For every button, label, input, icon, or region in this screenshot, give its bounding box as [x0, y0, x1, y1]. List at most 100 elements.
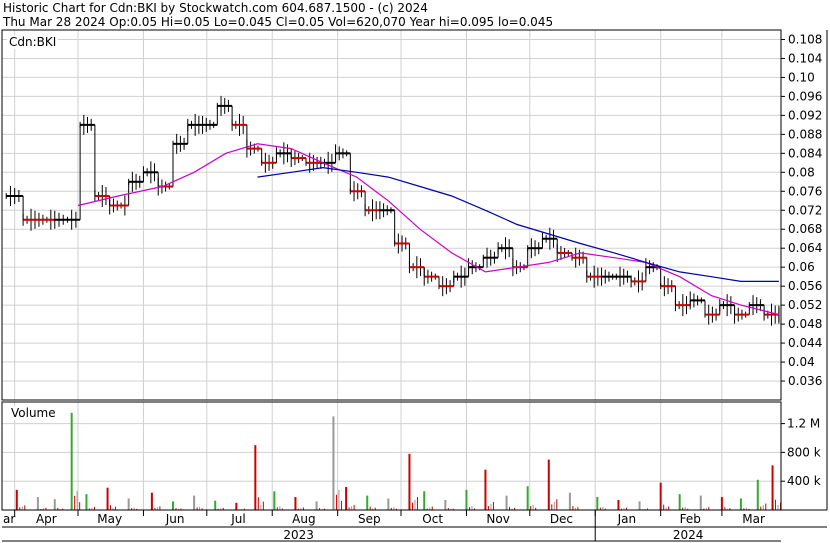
volume-bar: [532, 504, 534, 510]
price-tick-label: 0.056: [788, 279, 822, 293]
volume-bar: [762, 505, 764, 510]
price-tick-label: 0.044: [788, 336, 822, 350]
price-tick-label: 0.10: [788, 70, 815, 84]
price-tick-label: 0.084: [788, 146, 822, 160]
volume-bar: [777, 504, 779, 510]
volume-bar: [490, 504, 492, 510]
price-tick-label: 0.068: [788, 222, 822, 236]
price-tick-label: 0.092: [788, 108, 822, 122]
volume-bar: [110, 505, 112, 510]
volume-bar: [366, 495, 369, 510]
month-label: Jan: [617, 512, 637, 526]
volume-bar: [21, 506, 23, 510]
volume-bar: [553, 501, 555, 510]
volume-bar: [530, 506, 532, 510]
volume-bar: [526, 486, 529, 510]
volume-bar: [617, 499, 620, 510]
volume-bar: [127, 498, 130, 510]
volume-bar: [332, 416, 335, 510]
volume-bar: [257, 497, 259, 510]
volume-bar: [505, 495, 508, 510]
volume-bar: [414, 499, 416, 510]
chart-header-quote: Thu Mar 28 2024 Op:0.05 Hi=0.05 Lo=0.045…: [3, 15, 554, 29]
volume-bar: [484, 469, 487, 510]
volume-bar: [74, 495, 76, 510]
volume-bar: [214, 500, 217, 510]
volume-panel-frame: [1, 401, 782, 511]
volume-bar: [345, 486, 348, 510]
volume-bar: [568, 492, 571, 510]
volume-grid: [2, 402, 781, 510]
price-tick-label: 0.04: [788, 355, 815, 369]
volume-axis-ticks: 1.2 M 800 k 400 k: [781, 417, 821, 488]
volume-bar: [294, 497, 297, 510]
volume-series: [15, 412, 782, 510]
volume-bar: [315, 501, 318, 510]
price-tick-label: 0.096: [788, 89, 822, 103]
panel-frames: [1, 29, 828, 542]
price-axis-ticks: 0.108 0.104 0.10 0.096 0.092 0.088 0.084 0.08 0.…: [781, 32, 822, 388]
chart-header-title: Historic Chart for Cdn:BKI by Stockwatch…: [3, 1, 428, 15]
price-tick-label: 0.052: [788, 298, 822, 312]
volume-bar: [638, 501, 641, 510]
volume-bar: [53, 499, 56, 510]
volume-bar: [444, 499, 447, 510]
volume-bar: [423, 491, 426, 510]
month-label: ar: [3, 512, 15, 526]
volume-bar: [351, 506, 353, 510]
volume-bar: [556, 499, 558, 510]
price-tick-label: 0.072: [788, 203, 822, 217]
volume-bar: [85, 494, 88, 510]
price-tick-label: 0.06: [788, 260, 815, 274]
volume-bar: [663, 504, 665, 510]
volume-bar: [76, 490, 78, 510]
volume-tick-label: 1.2 M: [787, 417, 820, 431]
month-label: Mar: [742, 512, 765, 526]
volume-bar: [431, 506, 433, 510]
volume-bar: [338, 490, 340, 510]
price-tick-label: 0.104: [788, 51, 822, 65]
volume-bar: [106, 487, 109, 510]
volume-bar: [387, 498, 390, 510]
volume-bar: [36, 497, 39, 510]
volume-bar: [353, 505, 355, 510]
volume-bar: [760, 506, 762, 510]
month-label: Feb: [680, 512, 701, 526]
month-label: Sep: [358, 512, 381, 526]
volume-bar: [193, 495, 196, 510]
price-tick-label: 0.048: [788, 317, 822, 331]
volume-bar: [408, 453, 411, 510]
volume-bar: [668, 506, 670, 510]
volume-bar: [720, 497, 723, 510]
price-tick-label: 0.108: [788, 32, 822, 46]
price-tick-label: 0.064: [788, 241, 822, 255]
price-grid: [2, 30, 781, 400]
volume-bar: [551, 504, 553, 510]
volume-bar: [24, 505, 26, 510]
price-panel-label: Cdn:BKI: [7, 35, 59, 49]
x-axis: ar Apr May Jun Jul Aug Sep Oct Nov Dec Jan Feb Mar 20…: [3, 510, 765, 542]
month-label: Apr: [36, 512, 57, 526]
volume-bar: [411, 502, 413, 510]
volume-bar: [756, 479, 759, 510]
volume-bar: [254, 445, 257, 510]
price-tick-label: 0.088: [788, 127, 822, 141]
volume-bar: [340, 500, 342, 510]
volume-tick-label: 800 k: [787, 445, 821, 459]
volume-bar: [273, 491, 276, 510]
month-label: Jul: [230, 512, 245, 526]
month-label: Oct: [422, 512, 443, 526]
year-label: 2023: [283, 528, 314, 542]
volume-bar: [596, 497, 599, 510]
volume-bar: [572, 506, 574, 510]
chart-stage: 0.108 0.104 0.10 0.096 0.092 0.088 0.084 0.08 0.…: [0, 0, 830, 543]
month-label: Jun: [165, 512, 185, 526]
moving-average-long-line: [257, 166, 779, 282]
volume-bar: [260, 504, 262, 510]
price-tick-label: 0.08: [788, 165, 815, 179]
volume-tick-label: 400 k: [787, 474, 821, 488]
volume-bar: [70, 412, 73, 510]
volume-bar: [465, 489, 468, 510]
volume-bar: [172, 501, 174, 510]
volume-bar: [699, 495, 702, 510]
